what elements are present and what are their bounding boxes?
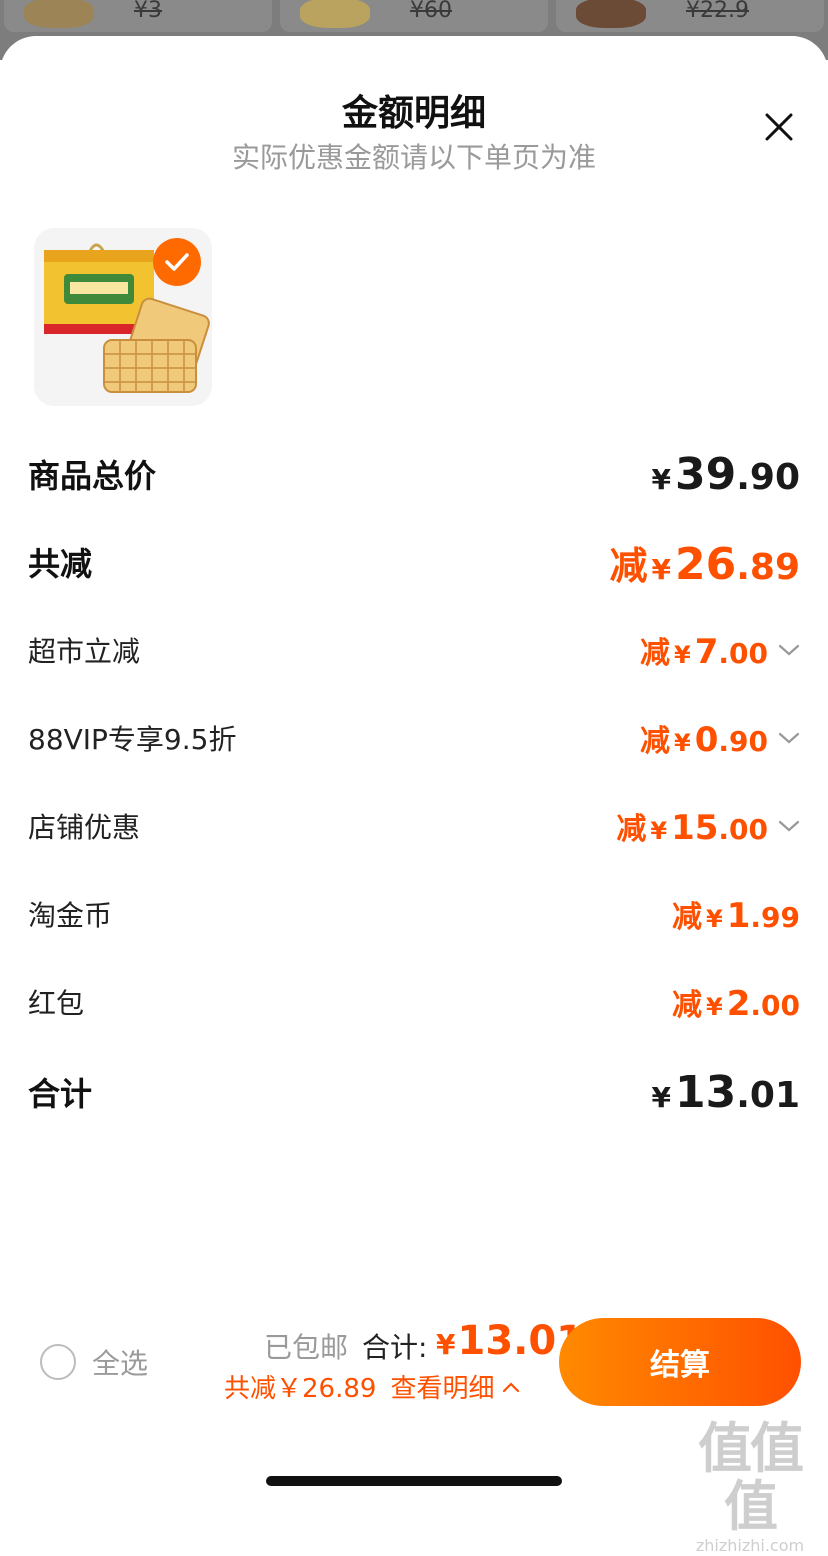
discount-prefix: 减 [609, 543, 648, 588]
home-indicator [266, 1476, 562, 1486]
amount-decimal: .90 [718, 725, 768, 758]
select-all-radio[interactable] [40, 1344, 76, 1380]
sheet-subtitle: 实际优惠金额请以下单页为准 [231, 141, 596, 174]
free-shipping-label: 已包邮 [264, 1331, 349, 1364]
store-discount-row[interactable]: 店铺优惠 减 ¥ 15 .00 [28, 796, 800, 856]
discount-prefix: 减 [616, 812, 647, 847]
amount-decimal: .90 [736, 456, 800, 498]
supermarket-discount-label: 超市立减 [28, 635, 141, 668]
discount-prefix: 减 [640, 636, 671, 671]
amount-decimal: .89 [736, 546, 800, 588]
background-product-card: ¥60 [280, 0, 548, 32]
vip-discount-label: 88VIP专享9.5折 [28, 723, 237, 756]
background-product-image [300, 0, 370, 28]
currency-symbol: ¥ [436, 1328, 456, 1361]
total-discount-amount: 减 ¥ 26 .89 [609, 535, 800, 590]
chevron-up-icon [503, 1381, 520, 1392]
coins-discount-row: 淘金币 减 ¥ 1 .99 [28, 884, 800, 944]
discount-prefix: 减 [672, 900, 703, 935]
currency-symbol: ¥ [674, 729, 691, 757]
red-packet-discount-label: 红包 [28, 987, 85, 1020]
background-product-card: ¥3 [4, 0, 272, 32]
currency-symbol: ¥ [706, 905, 723, 933]
amount-integer: 1 [726, 896, 751, 936]
saved-amount-text: 共减￥26.89 [224, 1374, 377, 1404]
view-details-link[interactable]: 共减￥26.89 查看明细 [224, 1368, 520, 1405]
store-discount-label: 店铺优惠 [28, 811, 141, 844]
subtotal-label: 合计 [28, 1075, 93, 1113]
amount-decimal: .01 [736, 1074, 800, 1116]
background-product-image [24, 0, 94, 28]
checkout-button[interactable]: 结算 [559, 1318, 801, 1406]
select-all-label: 全选 [92, 1347, 149, 1380]
coins-discount-amount: 减 ¥ 1 .99 [672, 892, 800, 936]
currency-symbol: ¥ [706, 993, 723, 1021]
total-label: 合计: [362, 1331, 428, 1364]
watermark-url: zhizhizhi.com [695, 1536, 805, 1555]
amount-detail-sheet: 金额明细 实际优惠金额请以下单页为准 商品总价 ¥ 39 .90 共减 减 ¥ … [0, 36, 828, 1505]
watermark-logo: 值值值 [698, 1417, 804, 1538]
total-price-row: 商品总价 ¥ 39 .90 [28, 444, 800, 504]
discount-prefix: 减 [672, 988, 703, 1023]
amount-decimal: .00 [718, 637, 768, 670]
chevron-down-icon[interactable] [778, 731, 800, 745]
amount-decimal: .99 [750, 901, 800, 934]
select-all-toggle[interactable]: 全选 [40, 1342, 148, 1382]
supermarket-discount-amount: 减 ¥ 7 .00 [640, 628, 800, 672]
close-icon[interactable] [762, 110, 796, 144]
background-product-card: ¥22.9 [556, 0, 824, 32]
total-discount-label: 共减 [28, 545, 93, 583]
amount-integer: 15 [671, 808, 719, 848]
red-packet-discount-amount: 减 ¥ 2 .00 [672, 980, 800, 1024]
red-packet-discount-row: 红包 减 ¥ 2 .00 [28, 972, 800, 1032]
vip-discount-amount: 减 ¥ 0 .90 [640, 716, 800, 760]
subtotal-amount: ¥ 13 .01 [652, 1067, 801, 1118]
currency-symbol: ¥ [650, 817, 668, 845]
watermark: 值值值 zhizhizhi.com [676, 1420, 824, 1556]
chevron-down-icon[interactable] [778, 819, 800, 833]
chevron-down-icon[interactable] [778, 643, 800, 657]
store-discount-amount: 减 ¥ 15 .00 [616, 804, 800, 848]
supermarket-discount-row[interactable]: 超市立减 减 ¥ 7 .00 [28, 620, 800, 680]
total-discount-row: 共减 减 ¥ 26 .89 [28, 532, 800, 592]
amount-integer: 26 [674, 538, 737, 590]
total-price-label: 商品总价 [28, 457, 157, 495]
background-price: ¥22.9 [686, 0, 749, 23]
currency-symbol: ¥ [651, 462, 671, 496]
coins-discount-label: 淘金币 [28, 899, 113, 932]
sheet-title: 金额明细 [341, 93, 486, 134]
amount-integer: 2 [726, 984, 751, 1024]
amount-integer: 39 [674, 448, 737, 500]
discount-prefix: 减 [640, 724, 671, 759]
currency-symbol: ¥ [651, 552, 671, 586]
amount-integer: 13 [674, 1066, 737, 1118]
view-details-label: 查看明细 [390, 1374, 495, 1404]
background-price: ¥60 [410, 0, 452, 23]
amount-integer: 0 [694, 720, 719, 760]
background-price: ¥3 [134, 0, 162, 23]
amount-integer: 7 [694, 632, 719, 672]
vip-discount-row[interactable]: 88VIP专享9.5折 减 ¥ 0 .90 [28, 708, 800, 768]
amount-decimal: .00 [718, 813, 768, 846]
selected-check-icon[interactable] [153, 238, 201, 286]
background-product-image [576, 0, 646, 28]
total-price-amount: ¥ 39 .90 [652, 449, 801, 500]
currency-symbol: ¥ [651, 1080, 671, 1114]
subtotal-row: 合计 ¥ 13 .01 [28, 1062, 800, 1122]
amount-decimal: .00 [750, 989, 800, 1022]
currency-symbol: ¥ [674, 641, 691, 669]
